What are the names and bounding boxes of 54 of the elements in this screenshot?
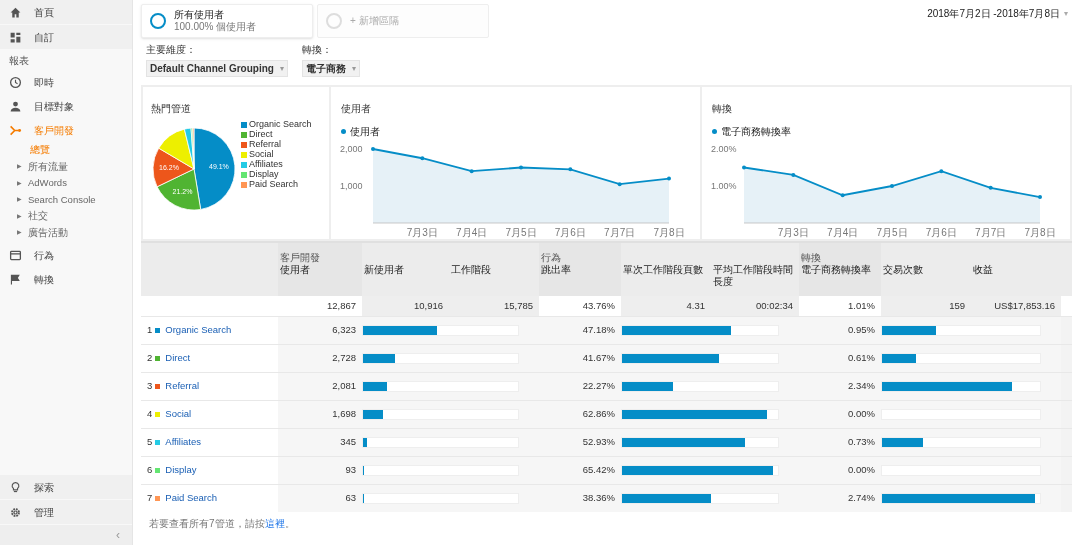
column-group-title: 行為 — [541, 251, 562, 264]
axis-tick-label: 7月6日 — [925, 227, 957, 238]
selector-label: 主要維度： — [146, 43, 197, 57]
caret-icon: ▾ — [1064, 7, 1068, 20]
row-rank: 1 — [147, 323, 153, 338]
legend-label: Direct — [249, 129, 273, 140]
row-rank: 5 — [147, 435, 153, 450]
panel-title: 轉換 — [710, 102, 733, 116]
column-group-title: 客戶開發 — [280, 251, 321, 264]
axis-tick-label: 1.00% — [710, 181, 737, 191]
legend-label: Paid Search — [249, 179, 299, 192]
total-cell: 4.31 — [621, 296, 711, 316]
legend-label: Social — [249, 148, 274, 160]
total-cell: 159 — [881, 296, 971, 316]
total-cell: 00:02:34 — [711, 296, 799, 316]
axis-tick-label: 2.00% — [710, 144, 737, 154]
axis-tick-label: 7月8日 — [653, 227, 685, 238]
axis-tick-label: 7月3日 — [777, 227, 809, 238]
total-cell: 15,785 — [449, 296, 539, 316]
panel-title: 熱門管道 — [151, 102, 192, 116]
axis-tick-label: 7月5日 — [505, 227, 537, 238]
legend-label: Organic Search — [249, 118, 312, 131]
section-label: 報表 — [8, 53, 30, 68]
axis-tick-label: 7月4日 — [826, 227, 858, 238]
legend-label: 電子商務轉換率 — [720, 125, 791, 139]
row-rank: 3 — [147, 379, 153, 394]
row-rank: 4 — [147, 407, 153, 422]
legend-label: 使用者 — [350, 125, 380, 139]
panel-title: 使用者 — [340, 102, 372, 116]
axis-tick-label: 7月6日 — [554, 227, 586, 238]
axis-tick-label: 1,000 — [340, 181, 363, 191]
legend-label: Display — [249, 168, 279, 181]
selector-label: 轉換： — [301, 43, 333, 57]
caret-icon: ▾ — [351, 62, 356, 75]
legend-label: Affiliates — [249, 158, 283, 170]
legend-label: Referral — [249, 138, 281, 150]
axis-tick-label: 7月5日 — [875, 227, 908, 238]
caret-icon: ▾ — [279, 62, 284, 75]
axis-tick-label: 7月7日 — [974, 227, 1006, 238]
segment-subtitle: 100.00% 個使用者 — [174, 21, 257, 33]
axis-tick-label: 2,000 — [340, 144, 363, 154]
axis-tick-label: 7月8日 — [1023, 227, 1056, 238]
total-cell: US$17,853.16 — [971, 296, 1061, 316]
axis-tick-label: 7月7日 — [604, 227, 636, 238]
axis-tick-label: 7月4日 — [456, 227, 488, 238]
footer-text: 若要查看所有7管道，請按這裡。 — [149, 518, 295, 529]
total-cell: 10,916 — [362, 296, 449, 316]
row-rank: 6 — [147, 463, 153, 478]
column-group-title: 轉換 — [801, 251, 822, 264]
segment-title: + 新增區隔 — [350, 15, 399, 27]
row-rank: 7 — [147, 491, 153, 506]
segment-title: 所有使用者 — [174, 9, 225, 21]
row-rank: 2 — [147, 351, 153, 366]
axis-tick-label: 7月3日 — [406, 227, 438, 238]
